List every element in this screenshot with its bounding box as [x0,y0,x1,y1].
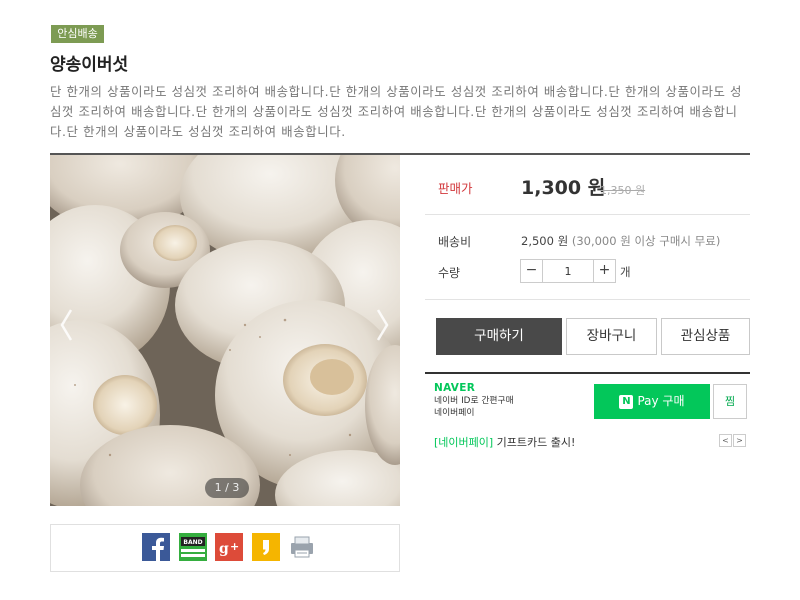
band-icon[interactable]: BAND [179,533,207,561]
product-image [50,155,400,506]
google-plus-icon[interactable]: g + [215,533,243,561]
promo-tag: [네이버페이] [434,436,494,449]
divider [425,299,750,300]
naver-zzim-button[interactable]: 찜 [713,384,747,419]
quantity-decrease-button[interactable]: − [521,260,543,282]
product-title: 양송이버섯 [50,55,129,75]
chevron-right-icon[interactable] [372,300,392,350]
naver-pay-buy-button[interactable]: N Pay 구매 [594,384,710,419]
shipping-note: (30,000 원 이상 구매시 무료) [571,234,721,248]
naver-sub-line-1: 네이버 ID로 간편구매 [434,396,514,406]
chevron-left-icon[interactable] [57,300,77,350]
sale-price: 1,300 원 [521,177,606,199]
naver-logo: NAVER [434,382,476,394]
safe-delivery-badge: 안심배송 [51,25,104,43]
promo-text: 기프트카드 출시! [493,436,576,449]
naver-pay-label: Pay 구매 [637,394,685,408]
naver-sub-line-2: 네이버페이 [434,408,475,418]
add-to-cart-button[interactable]: 장바구니 [566,318,657,355]
original-price: 1,350 원 [600,184,646,197]
mushroom-photo [50,155,400,506]
quantity-stepper: − + [520,259,616,283]
quantity-input[interactable] [543,260,593,282]
divider [425,214,750,215]
naver-n-icon: N [619,394,634,409]
shipping-label: 배송비 [438,235,472,249]
quantity-label: 수량 [438,266,461,280]
quantity-increase-button[interactable]: + [593,260,615,282]
print-icon[interactable] [288,533,316,561]
svg-text:BAND: BAND [183,539,202,546]
kakaostory-icon[interactable] [252,533,280,561]
image-counter: 1 / 3 [205,478,249,498]
shipping-amount: 2,500 원 [521,234,569,248]
svg-text:g: g [219,541,229,557]
naver-promo-banner[interactable]: [네이버페이] 기프트카드 출시! [434,434,575,450]
divider [425,372,750,374]
promo-prev-button[interactable]: < [719,434,732,447]
quantity-unit: 개 [620,265,631,279]
buy-now-button[interactable]: 구매하기 [436,318,562,355]
price-label: 판매가 [438,181,473,196]
facebook-icon[interactable] [142,533,170,561]
naver-pay-description: 네이버 ID로 간편구매 네이버페이 [434,395,514,419]
svg-text:+: + [230,540,239,553]
product-description: 단 한개의 상품이라도 성심껏 조리하여 배송합니다.단 한개의 상품이라도 성… [50,84,743,139]
shipping-fee: 2,500 원 (30,000 원 이상 구매시 무료) [521,233,720,249]
wishlist-button[interactable]: 관심상품 [661,318,750,355]
promo-next-button[interactable]: > [733,434,746,447]
